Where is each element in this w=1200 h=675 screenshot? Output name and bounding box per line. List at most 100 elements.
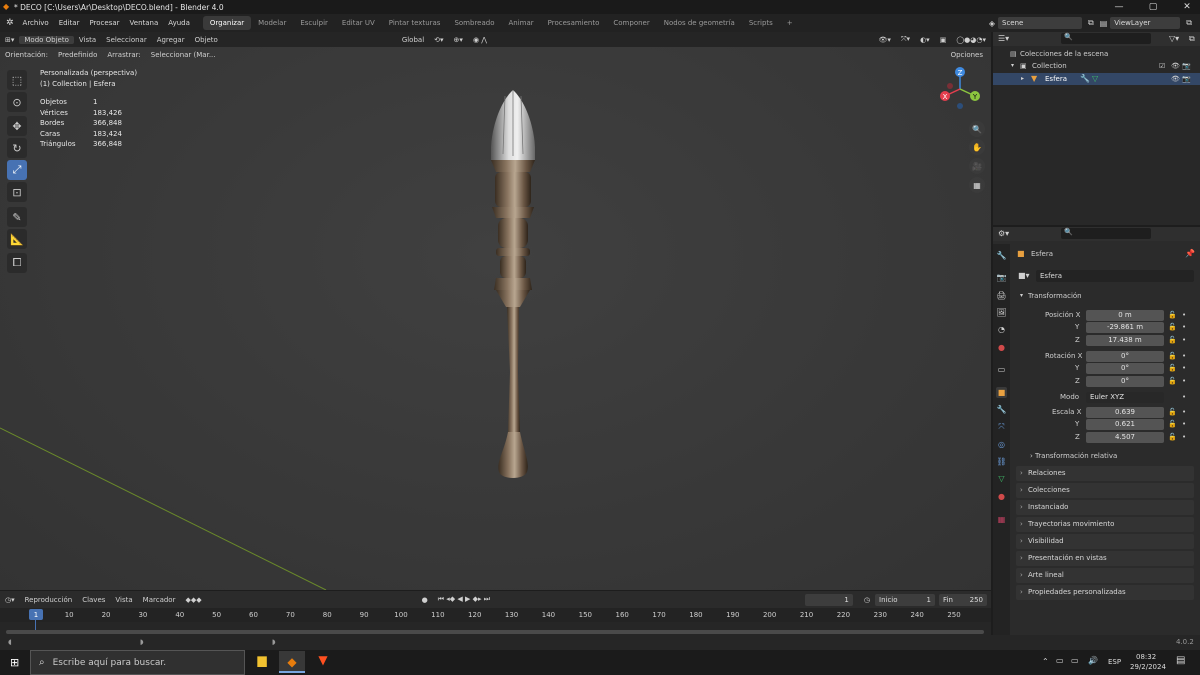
menu-vista[interactable]: Vista bbox=[74, 36, 101, 44]
section-colecciones[interactable]: Colecciones bbox=[1016, 483, 1194, 498]
object-hide-eye-icon[interactable]: 👁 bbox=[1171, 75, 1180, 83]
navigation-gizmo[interactable]: Z Y X bbox=[935, 64, 985, 114]
current-frame-field[interactable]: 1 bbox=[804, 593, 853, 606]
record-icon[interactable]: ● bbox=[417, 596, 433, 604]
editor-type-icon[interactable]: ⊞▾ bbox=[0, 36, 19, 44]
section-trayectorias[interactable]: Trayectorias movimiento bbox=[1016, 517, 1194, 532]
modifier-wrench-icon[interactable]: 🔧 bbox=[1080, 74, 1090, 83]
section-presentacion[interactable]: Presentación en vistas bbox=[1016, 551, 1194, 566]
object-name-field[interactable]: Esfera bbox=[1036, 270, 1194, 282]
keyframe-dot-icon[interactable]: • bbox=[1182, 377, 1186, 385]
section-propiedades-personalizadas[interactable]: Propiedades personalizadas bbox=[1016, 585, 1194, 600]
mode-selector[interactable]: Modo Objeto bbox=[19, 35, 74, 44]
shading-modes-icon[interactable]: ◯●◕◔▾ bbox=[951, 36, 991, 44]
menu-ventana[interactable]: Ventana bbox=[125, 19, 164, 27]
object-tab-icon[interactable]: ■ bbox=[996, 387, 1007, 398]
lock-icon[interactable]: 🔓 bbox=[1168, 311, 1177, 319]
rotation-y-field[interactable]: 0° bbox=[1086, 363, 1164, 374]
scale-y-field[interactable]: 0.621 bbox=[1086, 419, 1164, 430]
timeline-scrollbar[interactable] bbox=[6, 630, 984, 634]
object-datablock-icon[interactable]: ■▾ bbox=[1018, 271, 1030, 280]
outliner-editor-icon[interactable]: ☰▾ bbox=[998, 34, 1009, 43]
visibility-icon[interactable]: 👁▾ bbox=[874, 36, 896, 44]
pan-hand-icon[interactable]: ✋ bbox=[969, 139, 985, 155]
move-tool-icon[interactable]: ✥ bbox=[7, 116, 27, 136]
lock-icon[interactable]: 🔓 bbox=[1168, 433, 1177, 441]
tab-procesamiento[interactable]: Procesamiento bbox=[541, 16, 607, 30]
section-instanciado[interactable]: Instanciado bbox=[1016, 500, 1194, 515]
blender-menu-icon[interactable]: ✲ bbox=[6, 18, 14, 28]
tab-nodos-geometria[interactable]: Nodos de geometría bbox=[657, 16, 742, 30]
rotation-x-field[interactable]: 0° bbox=[1086, 351, 1164, 362]
menu-ayuda[interactable]: Ayuda bbox=[163, 19, 195, 27]
output-tab-icon[interactable]: 🖨 bbox=[996, 290, 1007, 301]
tab-scripts[interactable]: Scripts bbox=[742, 16, 780, 30]
location-y-field[interactable]: -29.861 m bbox=[1086, 322, 1164, 333]
start-frame-field[interactable]: Inicio 1 bbox=[875, 593, 935, 606]
tab-sombreado[interactable]: Sombreado bbox=[447, 16, 501, 30]
drag-dropdown[interactable]: Seleccionar (Mar... bbox=[146, 51, 221, 59]
keyframe-dot-icon[interactable]: • bbox=[1182, 323, 1186, 331]
windows-start-icon[interactable]: ⊞ bbox=[10, 656, 19, 669]
new-viewlayer-icon[interactable]: ⧉ bbox=[1186, 18, 1192, 28]
annotate-tool-icon[interactable]: ✎ bbox=[7, 207, 27, 227]
maximize-button[interactable]: ▢ bbox=[1140, 2, 1166, 12]
menu-marcador[interactable]: Marcador bbox=[138, 596, 181, 604]
snap-icon[interactable]: ⊕▾ bbox=[449, 36, 468, 44]
taskbar-search-box[interactable]: ⌕ Escribe aquí para buscar. bbox=[30, 650, 245, 675]
brave-browser-icon[interactable]: ▼ bbox=[312, 653, 334, 672]
network-icon[interactable]: ▭ bbox=[1056, 656, 1064, 665]
timeline-editor-icon[interactable]: ◷▾ bbox=[0, 596, 20, 604]
keying-icon[interactable]: ◆◆◆ bbox=[180, 596, 206, 604]
new-collection-icon[interactable]: ⧉ bbox=[1189, 34, 1195, 44]
orientation-dropdown[interactable]: Predefinido bbox=[53, 51, 102, 59]
playback-controls-icon[interactable]: ⏮ ◂◆ ◀ ▶ ◆▸ ⏭ bbox=[433, 595, 495, 604]
scale-z-field[interactable]: 4.507 bbox=[1086, 432, 1164, 443]
grid-icon[interactable]: ▦ bbox=[969, 177, 985, 193]
rotate-tool-icon[interactable]: ↻ bbox=[7, 138, 27, 158]
menu-editar[interactable]: Editar bbox=[54, 19, 85, 27]
section-visibilidad[interactable]: Visibilidad bbox=[1016, 534, 1194, 549]
menu-archivo[interactable]: Archivo bbox=[18, 19, 54, 27]
lock-icon[interactable]: 🔓 bbox=[1168, 377, 1177, 385]
keyframe-dot-icon[interactable]: • bbox=[1182, 408, 1186, 416]
3d-viewport[interactable] bbox=[0, 32, 991, 590]
outliner-search-field[interactable]: 🔍 bbox=[1061, 33, 1151, 44]
measure-tool-icon[interactable]: 📐 bbox=[7, 229, 27, 249]
expand-object-icon[interactable]: ▸ bbox=[1021, 75, 1024, 82]
lock-icon[interactable]: 🔓 bbox=[1168, 420, 1177, 428]
physics-tab-icon[interactable]: ◎ bbox=[996, 439, 1007, 450]
tab-editar-uv[interactable]: Editar UV bbox=[335, 16, 382, 30]
file-explorer-icon[interactable]: ▆ bbox=[251, 653, 273, 672]
lock-icon[interactable]: 🔓 bbox=[1168, 336, 1177, 344]
particles-tab-icon[interactable]: ⤧ bbox=[996, 421, 1007, 432]
lock-icon[interactable]: 🔓 bbox=[1168, 408, 1177, 416]
tab-animar[interactable]: Animar bbox=[502, 16, 541, 30]
blender-taskbar-icon[interactable]: ◆ bbox=[279, 651, 305, 673]
tab-modelar[interactable]: Modelar bbox=[251, 16, 293, 30]
keyframe-dot-icon[interactable]: • bbox=[1182, 420, 1186, 428]
clock-time[interactable]: 08:32 bbox=[1136, 653, 1156, 661]
world-tab-icon[interactable]: ● bbox=[996, 342, 1007, 353]
render-tab-icon[interactable]: 📷 bbox=[996, 272, 1007, 283]
keyframe-dot-icon[interactable]: • bbox=[1182, 393, 1186, 401]
properties-search-field[interactable]: 🔍 bbox=[1061, 228, 1151, 239]
menu-timeline-vista[interactable]: Vista bbox=[110, 596, 137, 604]
data-tab-icon[interactable]: ▽ bbox=[996, 473, 1007, 484]
gizmo-toggle-icon[interactable]: ⤧▾ bbox=[896, 35, 915, 44]
add-workspace-button[interactable]: + bbox=[780, 16, 800, 30]
outliner-object[interactable]: Esfera bbox=[1045, 75, 1067, 83]
notifications-icon[interactable]: ▤ bbox=[1176, 655, 1185, 666]
clock-icon[interactable]: ◷ bbox=[859, 596, 875, 604]
render-camera-icon[interactable]: 📷 bbox=[1182, 62, 1191, 70]
scale-tool-icon[interactable]: ⤢ bbox=[7, 160, 27, 180]
location-z-field[interactable]: 17.438 m bbox=[1086, 335, 1164, 346]
keyframe-dot-icon[interactable]: • bbox=[1182, 433, 1186, 441]
menu-agregar[interactable]: Agregar bbox=[152, 36, 190, 44]
rotation-z-field[interactable]: 0° bbox=[1086, 376, 1164, 387]
minimize-button[interactable]: — bbox=[1106, 2, 1132, 12]
zoom-icon[interactable]: 🔍 bbox=[969, 121, 985, 137]
pin-icon[interactable]: 📌 bbox=[1185, 249, 1195, 258]
proportional-edit-icon[interactable]: ◉ ⋀ bbox=[468, 36, 492, 44]
pivot-icon[interactable]: ⟲▾ bbox=[429, 36, 448, 44]
